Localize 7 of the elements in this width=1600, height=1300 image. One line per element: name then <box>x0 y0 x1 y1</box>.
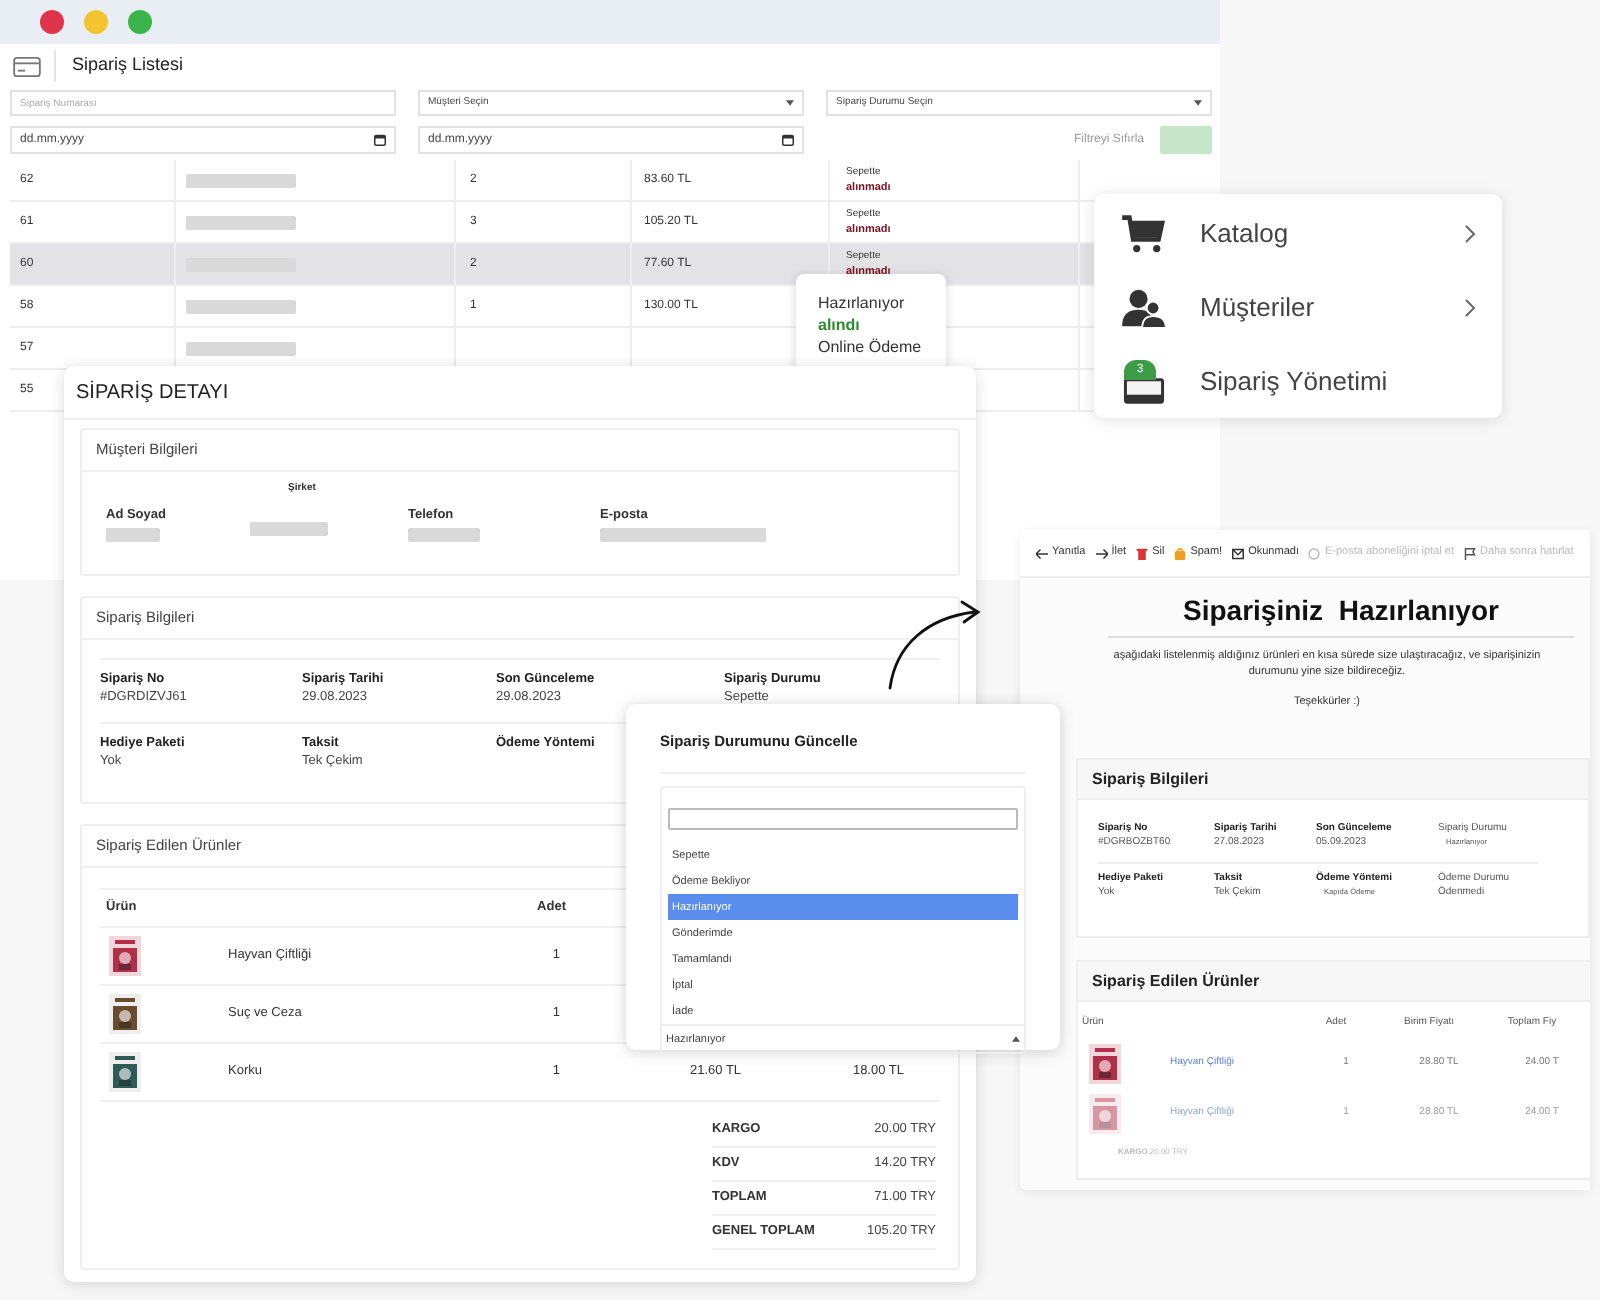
card-title: SİPARİŞ DETAYI <box>64 366 976 420</box>
section-title: Sipariş Edilen Ürünler <box>1078 962 1590 1003</box>
email-heading: Siparişiniz Hazırlanıyor <box>1108 590 1574 638</box>
payment-method: Online Ödeme <box>818 336 924 358</box>
status-text: Hazırlanıyor <box>818 292 907 314</box>
section-title: Sipariş Bilgileri <box>1078 760 1588 801</box>
page-title: Sipariş Listesi <box>72 52 184 79</box>
